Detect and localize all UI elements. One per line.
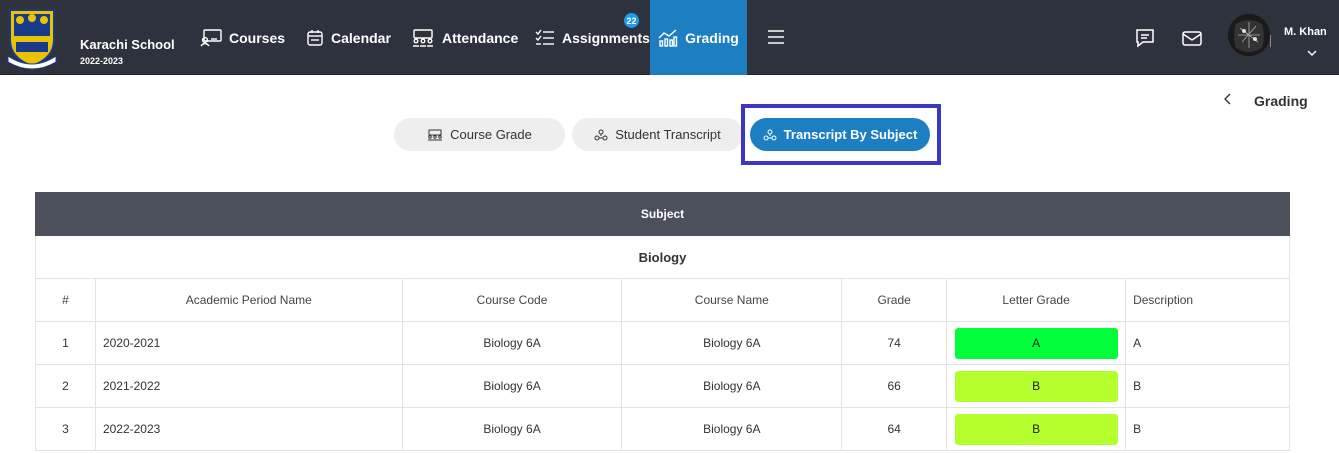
grade-value: 66: [841, 364, 948, 408]
nav-attendance-label: Attendance: [442, 29, 519, 46]
nav-calendar-label: Calendar: [331, 29, 391, 46]
tab-course-grade-label: Course Grade: [450, 127, 532, 142]
transcript-table: Subject Biology # Academic Period Name C…: [35, 192, 1290, 451]
tab-student-transcript[interactable]: Student Transcript: [572, 118, 743, 151]
back-chevron-icon[interactable]: [1222, 92, 1234, 106]
nav-grading-label: Grading: [685, 29, 739, 46]
courses-icon: [200, 28, 222, 46]
letter-grade-cell: B: [946, 407, 1127, 451]
table-row: 1 2020-2021 Biology 6A Biology 6A 74 A A: [35, 321, 1290, 365]
tab-course-grade[interactable]: Course Grade: [394, 118, 565, 151]
column-header-letter-grade: Letter Grade: [946, 278, 1127, 322]
course-name: Biology 6A: [621, 364, 843, 408]
calendar-icon: [307, 29, 323, 46]
avatar-divider: [1270, 35, 1271, 47]
course-code: Biology 6A: [401, 364, 623, 408]
academic-period: 2020-2021: [94, 321, 403, 365]
academic-period: 2021-2022: [94, 364, 403, 408]
column-header-number: #: [35, 278, 96, 322]
assignments-icon: [535, 29, 554, 45]
nav-attendance[interactable]: Attendance: [411, 0, 518, 75]
nav-assignments-label: Assignments: [562, 29, 650, 46]
letter-grade-badge: B: [954, 413, 1118, 445]
description: A: [1125, 321, 1290, 365]
school-logo[interactable]: [6, 6, 58, 70]
grade-value: 64: [841, 407, 948, 451]
letter-grade-badge: B: [954, 370, 1118, 402]
column-header-academic-period: Academic Period Name: [94, 278, 403, 322]
selection-highlight: [741, 104, 941, 165]
subject-name: Biology: [35, 235, 1290, 279]
course-code: Biology 6A: [401, 407, 623, 451]
school-year: 2022-2023: [80, 56, 124, 66]
column-header-grade: Grade: [841, 278, 948, 322]
nav-calendar[interactable]: Calendar: [306, 0, 391, 75]
top-navigation-bar: Karachi School 2022-2023 Courses Calenda…: [0, 0, 1339, 75]
letter-grade-cell: B: [946, 364, 1127, 408]
letter-grade-badge: A: [954, 327, 1118, 359]
nav-assignments[interactable]: Assignments: [535, 0, 650, 75]
nav-courses[interactable]: Courses: [200, 0, 285, 75]
letter-grade-cell: A: [946, 321, 1127, 365]
grading-icon: [658, 28, 678, 47]
attendance-icon: [413, 28, 433, 47]
column-header-course-name: Course Name: [621, 278, 843, 322]
row-number: 1: [35, 321, 96, 365]
course-name: Biology 6A: [621, 321, 843, 365]
chevron-down-icon[interactable]: [1306, 47, 1318, 59]
column-header-course-code: Course Code: [401, 278, 623, 322]
school-name: Karachi School: [80, 37, 175, 52]
assignments-badge: 22: [624, 13, 639, 28]
transcript-icon: [594, 129, 608, 140]
menu-hamburger-icon[interactable]: [766, 27, 786, 47]
table-row: 3 2022-2023 Biology 6A Biology 6A 64 B B: [35, 407, 1290, 451]
course-name: Biology 6A: [621, 407, 843, 451]
course-grade-icon: [428, 129, 443, 140]
grade-value: 74: [841, 321, 948, 365]
description: B: [1125, 407, 1290, 451]
subject-group-header: Subject: [35, 192, 1290, 236]
academic-period: 2022-2023: [94, 407, 403, 451]
nav-courses-label: Courses: [229, 29, 286, 46]
table-row: 2 2021-2022 Biology 6A Biology 6A 66 B B: [35, 364, 1290, 408]
row-number: 2: [35, 364, 96, 408]
user-name: M. Khan: [1284, 26, 1327, 38]
nav-grading[interactable]: Grading: [650, 0, 747, 75]
description: B: [1125, 364, 1290, 408]
tab-student-transcript-label: Student Transcript: [615, 127, 721, 142]
column-header-description: Description: [1125, 278, 1290, 322]
chat-icon[interactable]: [1134, 27, 1156, 49]
course-code: Biology 6A: [401, 321, 623, 365]
breadcrumb-title: Grading: [1254, 93, 1308, 109]
mail-icon[interactable]: [1181, 27, 1203, 49]
user-avatar[interactable]: [1228, 14, 1270, 56]
row-number: 3: [35, 407, 96, 451]
